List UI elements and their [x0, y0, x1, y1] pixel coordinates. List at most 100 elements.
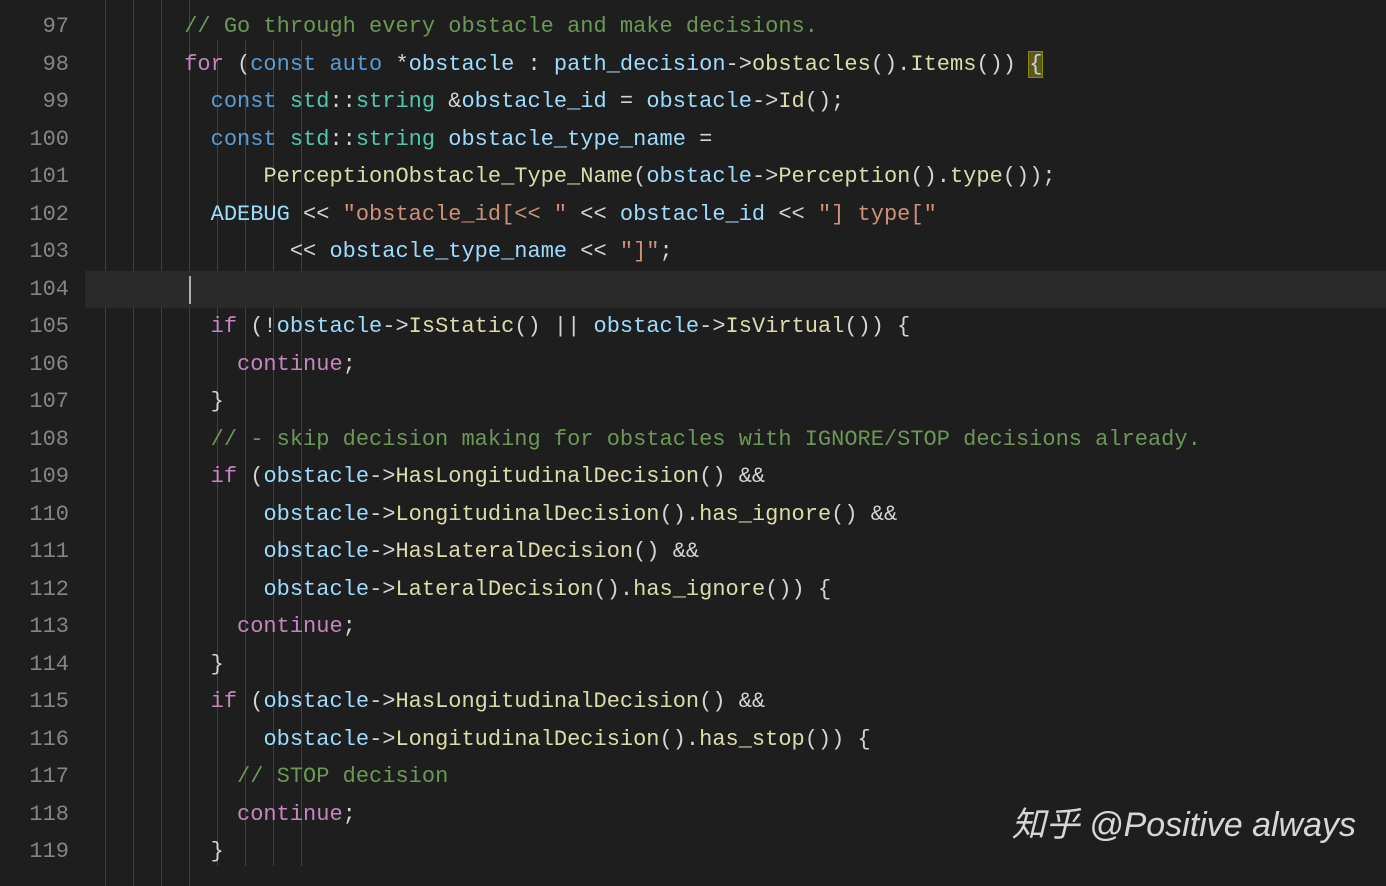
code-line[interactable]: << obstacle_type_name << "]"; — [85, 233, 1386, 271]
code-line[interactable]: if (obstacle->HasLongitudinalDecision() … — [85, 458, 1386, 496]
code-token: (). — [594, 577, 634, 602]
code-token: } — [211, 839, 224, 864]
code-token: auto — [329, 52, 382, 77]
code-token: type — [950, 164, 1003, 189]
code-token: obstacle — [263, 502, 369, 527]
code-token: LateralDecision — [395, 577, 593, 602]
code-token: // - skip decision making for obstacles … — [211, 427, 1201, 452]
code-token: () && — [633, 539, 699, 564]
code-token: LongitudinalDecision — [395, 502, 659, 527]
line-number: 104 — [0, 271, 69, 309]
line-number: 106 — [0, 346, 69, 384]
code-line[interactable]: } — [85, 383, 1386, 421]
code-token: () && — [699, 464, 765, 489]
code-line[interactable]: if (!obstacle->IsStatic() || obstacle->I… — [85, 308, 1386, 346]
code-token: IsVirtual — [726, 314, 845, 339]
code-token: () || — [514, 314, 593, 339]
code-token: -> — [752, 164, 778, 189]
code-token: // STOP decision — [237, 764, 448, 789]
code-line[interactable]: continue; — [85, 796, 1386, 834]
text-cursor — [189, 276, 191, 304]
code-token: () && — [699, 689, 765, 714]
code-token: -> — [752, 89, 778, 114]
code-line[interactable]: // - skip decision making for obstacles … — [85, 421, 1386, 459]
line-number: 119 — [0, 833, 69, 871]
code-line[interactable]: continue; — [85, 608, 1386, 646]
code-token: & — [435, 89, 461, 114]
code-token: LongitudinalDecision — [395, 727, 659, 752]
code-token: obstacle_id — [620, 202, 765, 227]
code-token: has_ignore — [699, 502, 831, 527]
code-line[interactable]: // Go through every obstacle and make de… — [85, 8, 1386, 46]
code-line[interactable]: if (obstacle->HasLongitudinalDecision() … — [85, 683, 1386, 721]
code-token: "]" — [620, 239, 660, 264]
code-token: (). — [871, 52, 911, 77]
code-token: (). — [660, 502, 700, 527]
code-token: has_stop — [699, 727, 805, 752]
code-line[interactable]: const std::string obstacle_type_name = — [85, 121, 1386, 159]
code-line[interactable]: obstacle->LateralDecision().has_ignore()… — [85, 571, 1386, 609]
code-token: path_decision — [554, 52, 726, 77]
code-token: std — [290, 89, 330, 114]
code-token: "obstacle_id[<< " — [343, 202, 567, 227]
code-token: ()) — [976, 52, 1029, 77]
code-token: -> — [699, 314, 725, 339]
line-number: 117 — [0, 758, 69, 796]
code-token: HasLateralDecision — [395, 539, 633, 564]
code-token: ( — [224, 52, 250, 77]
code-token: ( — [237, 464, 263, 489]
line-number: 108 — [0, 421, 69, 459]
code-token: ADEBUG — [211, 202, 290, 227]
code-token: obstacle_id — [461, 89, 606, 114]
code-token: -> — [369, 577, 395, 602]
code-token: obstacle — [263, 727, 369, 752]
code-token: -> — [382, 314, 408, 339]
code-line[interactable]: const std::string &obstacle_id = obstacl… — [85, 83, 1386, 121]
code-token: () && — [831, 502, 897, 527]
code-token: << — [567, 239, 620, 264]
code-line[interactable]: obstacle->HasLateralDecision() && — [85, 533, 1386, 571]
code-token: obstacle — [646, 89, 752, 114]
code-token: (). — [660, 727, 700, 752]
code-token: (! — [237, 314, 277, 339]
line-number: 98 — [0, 46, 69, 84]
code-token: -> — [369, 689, 395, 714]
code-token — [316, 52, 329, 77]
code-token: obstacle_type_name — [329, 239, 567, 264]
code-line[interactable]: continue; — [85, 346, 1386, 384]
code-token: obstacle — [263, 577, 369, 602]
code-token: if — [211, 314, 237, 339]
code-line[interactable]: // STOP decision — [85, 758, 1386, 796]
line-number: 97 — [0, 8, 69, 46]
code-token: ()) { — [805, 727, 871, 752]
line-number: 111 — [0, 533, 69, 571]
code-token: obstacles — [752, 52, 871, 77]
code-token: * — [382, 52, 408, 77]
code-token: if — [211, 464, 237, 489]
code-area[interactable]: // Go through every obstacle and make de… — [85, 0, 1386, 886]
code-line[interactable]: ADEBUG << "obstacle_id[<< " << obstacle_… — [85, 196, 1386, 234]
line-number: 115 — [0, 683, 69, 721]
code-line[interactable]: } — [85, 833, 1386, 871]
code-token: -> — [726, 52, 752, 77]
code-line[interactable]: obstacle->LongitudinalDecision().has_sto… — [85, 721, 1386, 759]
line-number-gutter: 9798991001011021031041051061071081091101… — [0, 0, 85, 886]
code-token: has_ignore — [633, 577, 765, 602]
code-line[interactable]: obstacle->LongitudinalDecision().has_ign… — [85, 496, 1386, 534]
code-line[interactable] — [85, 271, 1386, 309]
code-token: Items — [910, 52, 976, 77]
code-token: obstacle — [646, 164, 752, 189]
code-token: Id — [778, 89, 804, 114]
code-token: HasLongitudinalDecision — [395, 464, 699, 489]
code-token: IsStatic — [409, 314, 515, 339]
code-editor[interactable]: 9798991001011021031041051061071081091101… — [0, 0, 1386, 886]
code-token: obstacle — [263, 464, 369, 489]
code-token: -> — [369, 502, 395, 527]
code-token: { — [1029, 52, 1042, 77]
code-line[interactable]: PerceptionObstacle_Type_Name(obstacle->P… — [85, 158, 1386, 196]
code-token: string — [356, 89, 435, 114]
code-line[interactable]: for (const auto *obstacle : path_decisio… — [85, 46, 1386, 84]
code-token: const — [211, 127, 277, 152]
code-line[interactable]: } — [85, 646, 1386, 684]
code-token: obstacle — [263, 689, 369, 714]
